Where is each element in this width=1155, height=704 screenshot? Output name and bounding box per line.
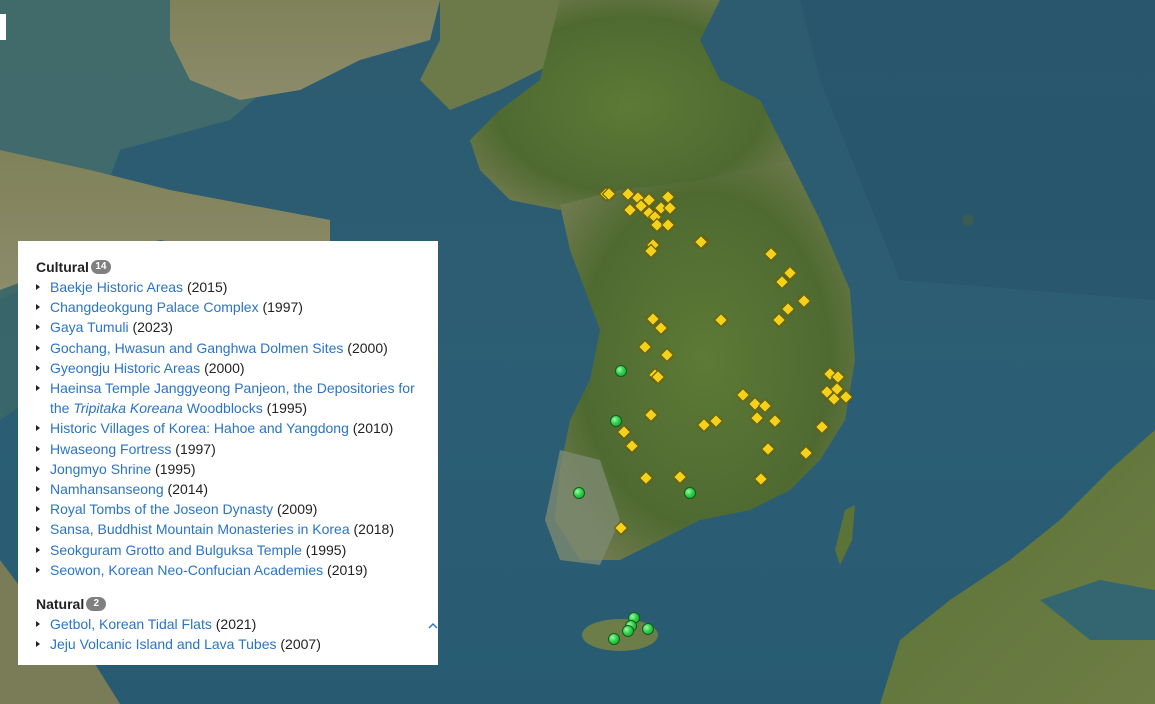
inscription-year: (2000): [343, 339, 388, 356]
cultural-site-link[interactable]: Royal Tombs of the Joseon Dynasty: [50, 501, 273, 517]
chevron-up-icon[interactable]: [428, 615, 438, 635]
inscription-year: (2019): [323, 561, 368, 578]
cultural-site-link[interactable]: Gochang, Hwasun and Ganghwa Dolmen Sites: [50, 340, 343, 356]
liaodong-land: [170, 0, 440, 100]
inscription-year: (2015): [183, 279, 228, 295]
cultural-site-link[interactable]: Seokguram Grotto and Bulguksa Temple: [50, 542, 302, 558]
list-item: Historic Villages of Korea: Hahoe and Ya…: [36, 418, 420, 438]
inscription-year: (1995): [262, 400, 308, 417]
cultural-site-link[interactable]: Gaya Tumuli: [50, 319, 129, 335]
cultural-site-link[interactable]: Namhansanseong: [50, 481, 164, 497]
natural-count-badge: 2: [86, 597, 107, 612]
cultural-site-link[interactable]: Changdeokgung Palace Complex: [50, 299, 259, 315]
inscription-year: (1997): [258, 299, 303, 316]
list-item: Changdeokgung Palace Complex (1997): [36, 297, 420, 317]
cultural-site-link[interactable]: Sansa, Buddhist Mountain Monasteries in …: [50, 521, 350, 537]
cultural-site-link[interactable]: Seowon, Korean Neo-Confucian Academies: [50, 562, 323, 578]
natural-site-link[interactable]: Getbol, Korean Tidal Flats: [50, 616, 212, 632]
list-item: Namhansanseong (2014): [36, 479, 420, 499]
inscription-year: (1995): [301, 541, 347, 558]
list-item: Haeinsa Temple Janggyeong Panjeon, the D…: [36, 378, 420, 418]
cultural-site-link[interactable]: Hwaseong Fortress: [50, 441, 171, 457]
japan-land: [880, 430, 1155, 704]
cultural-site-link[interactable]: Jongmyo Shrine: [50, 461, 151, 477]
cultural-site-link[interactable]: Historic Villages of Korea: Hahoe and Ya…: [50, 420, 349, 436]
map-control-tab[interactable]: [0, 14, 6, 40]
legend-panel: Cultural 14 Baekje Historic Areas (2015)…: [18, 241, 438, 665]
cultural-heading: Cultural 14: [36, 257, 420, 277]
east-sea-deep: [800, 0, 1155, 300]
inscription-year: (2000): [200, 359, 245, 376]
list-item: Seokguram Grotto and Bulguksa Temple (19…: [36, 540, 420, 560]
inscription-year: (2018): [349, 521, 394, 538]
natural-heading: Natural 2: [36, 594, 420, 614]
natural-site-list: Getbol, Korean Tidal Flats (2021) Jeju Vo…: [36, 614, 420, 654]
list-item: Hwaseong Fortress (1997): [36, 439, 420, 459]
natural-site-marker[interactable]: [684, 487, 696, 499]
natural-site-marker[interactable]: [608, 633, 620, 645]
cultural-site-link[interactable]: Haeinsa Temple Janggyeong Panjeon, the D…: [50, 380, 415, 416]
cultural-site-link[interactable]: Gyeongju Historic Areas: [50, 360, 200, 376]
inscription-year: (2014): [163, 481, 208, 498]
inscription-year: (2007): [276, 636, 321, 653]
inscription-year: (2023): [128, 319, 173, 336]
inscription-year: (2009): [273, 501, 318, 518]
natural-title: Natural: [36, 595, 85, 612]
inscription-year: (2021): [211, 616, 257, 633]
list-item: Jeju Volcanic Island and Lava Tubes (200…: [36, 634, 420, 654]
list-item: Baekje Historic Areas (2015): [36, 277, 420, 297]
inscription-year: (2010): [348, 420, 394, 437]
natural-site-marker[interactable]: [642, 623, 654, 635]
list-item: Getbol, Korean Tidal Flats (2021): [36, 614, 420, 634]
list-item: Seowon, Korean Neo-Confucian Academies (…: [36, 560, 420, 580]
natural-site-link[interactable]: Jeju Volcanic Island and Lava Tubes: [50, 636, 277, 652]
tsushima-island: [835, 505, 855, 565]
list-item: Jongmyo Shrine (1995): [36, 459, 420, 479]
list-item: Gaya Tumuli (2023): [36, 317, 420, 337]
cultural-site-link[interactable]: Baekje Historic Areas: [50, 279, 183, 295]
list-item: Gochang, Hwasun and Ganghwa Dolmen Sites…: [36, 338, 420, 358]
natural-site-marker[interactable]: [573, 487, 585, 499]
cultural-site-list: Baekje Historic Areas (2015) Changdeokgun…: [36, 277, 420, 580]
inscription-year: (1997): [171, 440, 216, 457]
natural-site-marker[interactable]: [622, 625, 634, 637]
natural-site-marker[interactable]: [615, 365, 627, 377]
list-item: Gyeongju Historic Areas (2000): [36, 358, 420, 378]
natural-site-marker[interactable]: [610, 415, 622, 427]
cultural-count-badge: 14: [90, 260, 111, 274]
inscription-year: (1995): [151, 460, 196, 477]
cultural-title: Cultural: [36, 258, 89, 275]
list-item: Royal Tombs of the Joseon Dynasty (2009): [36, 499, 420, 519]
list-item: Sansa, Buddhist Mountain Monasteries in …: [36, 519, 420, 539]
